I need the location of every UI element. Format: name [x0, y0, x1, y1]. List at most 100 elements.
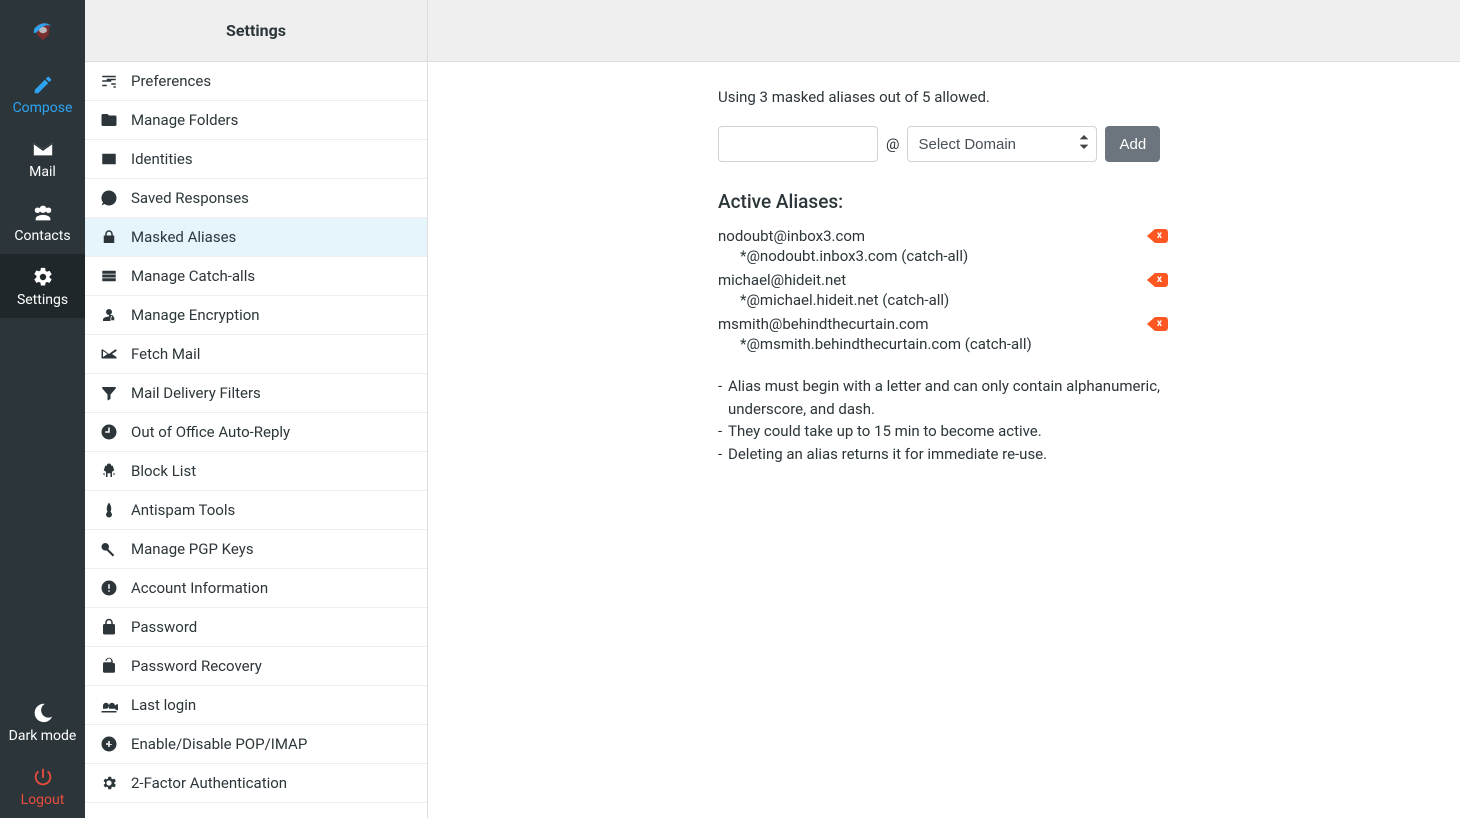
settings-header: Settings — [85, 0, 427, 62]
settings-item-manage-catch-alls[interactable]: Manage Catch-alls — [85, 257, 427, 296]
domain-select[interactable]: Select Domain — [907, 126, 1097, 162]
settings-item-mail-delivery-filters[interactable]: Mail Delivery Filters — [85, 374, 427, 413]
power-icon — [32, 766, 54, 788]
settings-item-label: Password — [131, 618, 197, 636]
settings-list: Preferences Manage Folders Identities Saved… — [85, 62, 427, 818]
folder-icon — [99, 110, 119, 130]
alias-name-input[interactable] — [718, 126, 878, 162]
contacts-icon — [32, 202, 54, 224]
nav-darkmode-label: Dark mode — [9, 728, 77, 744]
delete-alias-button[interactable]: x — [1147, 229, 1168, 243]
alias-catchall: *@nodoubt.inbox3.com (catch-all) — [718, 247, 1168, 265]
id-card-icon — [99, 149, 119, 169]
settings-item-manage-pgp-keys[interactable]: Manage PGP Keys — [85, 530, 427, 569]
settings-item-out-of-office-auto-reply[interactable]: Out of Office Auto-Reply — [85, 413, 427, 452]
gear-icon — [99, 773, 119, 793]
alias-email: msmith@behindthecurtain.com — [718, 315, 929, 333]
moon-icon — [32, 702, 54, 724]
flame-icon — [99, 500, 119, 520]
alias-list: nodoubt@inbox3.com x *@nodoubt.inbox3.com … — [718, 227, 1168, 353]
content-header — [428, 0, 1460, 62]
mail-icon — [32, 138, 54, 160]
settings-item-fetch-mail[interactable]: Fetch Mail — [85, 335, 427, 374]
rule-item: -Deleting an alias returns it for immedi… — [718, 443, 1168, 466]
settings-item-block-list[interactable]: Block List — [85, 452, 427, 491]
nav-mail-label: Mail — [29, 164, 56, 180]
usage-text: Using 3 masked aliases out of 5 allowed. — [718, 88, 1168, 106]
gear-icon — [32, 266, 54, 288]
content-wrap: Using 3 masked aliases out of 5 allowed.… — [428, 0, 1460, 818]
settings-item-label: Enable/Disable POP/IMAP — [131, 735, 307, 753]
alias-email: nodoubt@inbox3.com — [718, 227, 865, 245]
nav-settings-label: Settings — [17, 292, 68, 308]
nav-rail: Compose Mail Contacts Settings Dark mode… — [0, 0, 85, 818]
alias-row: michael@hideit.net x — [718, 271, 1168, 289]
settings-item-manage-folders[interactable]: Manage Folders — [85, 101, 427, 140]
nav-compose[interactable]: Compose — [0, 62, 85, 126]
rule-item: -They could take up to 15 min to become … — [718, 420, 1168, 443]
alias-row: nodoubt@inbox3.com x — [718, 227, 1168, 245]
sliders-icon — [99, 71, 119, 91]
settings-item-2-factor-authentication[interactable]: 2-Factor Authentication — [85, 764, 427, 803]
settings-item-label: Saved Responses — [131, 189, 249, 207]
rules-list: -Alias must begin with a letter and can … — [718, 375, 1168, 465]
settings-item-saved-responses[interactable]: Saved Responses — [85, 179, 427, 218]
alias-catchall: *@msmith.behindthecurtain.com (catch-all… — [718, 335, 1168, 353]
settings-item-masked-aliases[interactable]: Masked Aliases — [85, 218, 427, 257]
settings-item-label: Mail Delivery Filters — [131, 384, 261, 402]
comment-icon — [99, 188, 119, 208]
nav-contacts[interactable]: Contacts — [0, 190, 85, 254]
settings-panel: Settings Preferences Manage Folders Identi… — [85, 0, 428, 818]
mask-icon — [99, 227, 119, 247]
list-icon — [99, 266, 119, 286]
settings-item-password[interactable]: Password — [85, 608, 427, 647]
settings-item-label: Block List — [131, 462, 196, 480]
settings-item-label: Out of Office Auto-Reply — [131, 423, 290, 441]
clock-icon — [99, 422, 119, 442]
nav-logout[interactable]: Logout — [0, 754, 85, 818]
unlock-icon — [99, 656, 119, 676]
compose-icon — [32, 74, 54, 96]
nav-logout-label: Logout — [21, 792, 65, 808]
nav-settings[interactable]: Settings — [0, 254, 85, 318]
app-logo — [0, 0, 85, 62]
settings-item-password-recovery[interactable]: Password Recovery — [85, 647, 427, 686]
alias-catchall: *@michael.hideit.net (catch-all) — [718, 291, 1168, 309]
settings-item-label: Fetch Mail — [131, 345, 200, 363]
exchange-icon — [99, 344, 119, 364]
settings-item-label: Account Information — [131, 579, 268, 597]
settings-item-label: Manage Folders — [131, 111, 238, 129]
settings-item-label: Preferences — [131, 72, 211, 90]
user-lock-icon — [99, 305, 119, 325]
add-button[interactable]: Add — [1105, 126, 1160, 162]
delete-alias-button[interactable]: x — [1147, 273, 1168, 287]
at-symbol: @ — [886, 135, 899, 153]
active-aliases-title: Active Aliases: — [718, 190, 1168, 213]
settings-item-label: Password Recovery — [131, 657, 262, 675]
settings-item-label: Antispam Tools — [131, 501, 235, 519]
settings-item-last-login[interactable]: Last login — [85, 686, 427, 725]
settings-item-label: Manage Encryption — [131, 306, 260, 324]
nav-darkmode[interactable]: Dark mode — [0, 690, 85, 754]
settings-item-antispam-tools[interactable]: Antispam Tools — [85, 491, 427, 530]
skull-icon — [99, 461, 119, 481]
content-body: Using 3 masked aliases out of 5 allowed.… — [428, 62, 1460, 818]
settings-item-label: Manage PGP Keys — [131, 540, 254, 558]
settings-item-manage-encryption[interactable]: Manage Encryption — [85, 296, 427, 335]
alias-email: michael@hideit.net — [718, 271, 846, 289]
settings-item-label: Last login — [131, 696, 196, 714]
settings-item-label: Masked Aliases — [131, 228, 236, 246]
nav-mail[interactable]: Mail — [0, 126, 85, 190]
settings-item-enable-disable-pop-imap[interactable]: Enable/Disable POP/IMAP — [85, 725, 427, 764]
info-icon — [99, 578, 119, 598]
delete-alias-button[interactable]: x — [1147, 317, 1168, 331]
settings-item-preferences[interactable]: Preferences — [85, 62, 427, 101]
nav-contacts-label: Contacts — [14, 228, 70, 244]
rule-item: -Alias must begin with a letter and can … — [718, 375, 1168, 420]
key-icon — [99, 539, 119, 559]
filter-icon — [99, 383, 119, 403]
settings-item-label: Manage Catch-alls — [131, 267, 255, 285]
settings-item-identities[interactable]: Identities — [85, 140, 427, 179]
settings-item-label: 2-Factor Authentication — [131, 774, 287, 792]
settings-item-account-information[interactable]: Account Information — [85, 569, 427, 608]
